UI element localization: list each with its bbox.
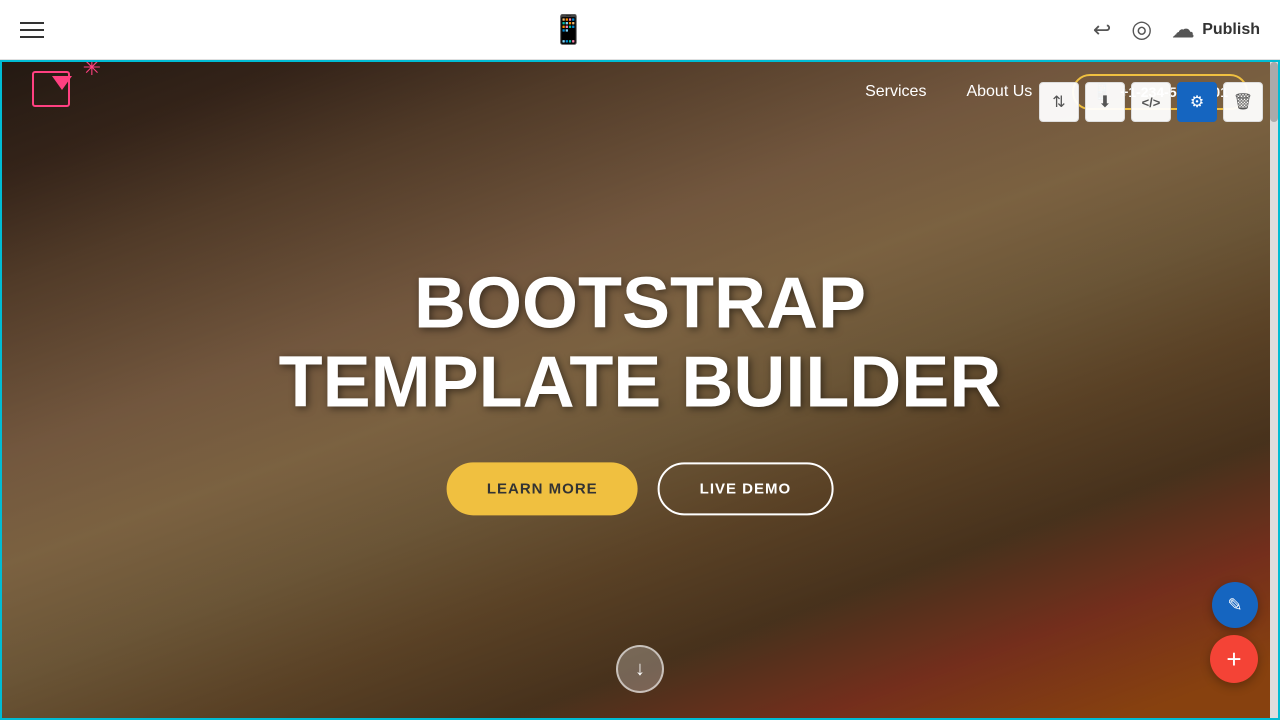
- cloud-upload-icon: ☁: [1172, 17, 1194, 43]
- logo: ✳: [32, 71, 87, 113]
- delete-button[interactable]: 🗑: [1223, 82, 1263, 122]
- nav-about[interactable]: About Us: [966, 83, 1032, 101]
- pencil-icon: ✎: [1227, 595, 1242, 616]
- hamburger-line: [20, 36, 44, 38]
- hero-buttons: LEARN MORE LIVE DEMO: [130, 463, 1151, 516]
- live-demo-button[interactable]: LIVE DEMO: [658, 463, 834, 516]
- hero-title: BOOTSTRAP TEMPLATE BUILDER: [130, 264, 1151, 422]
- learn-more-button[interactable]: LEARN MORE: [447, 463, 638, 516]
- add-fab-button[interactable]: +: [1210, 635, 1258, 683]
- trash-icon: 🗑: [1233, 92, 1253, 112]
- sort-button[interactable]: ⇅: [1039, 82, 1079, 122]
- download-button[interactable]: ⬇: [1085, 82, 1125, 122]
- toolbar-left: [20, 22, 44, 38]
- edit-fab-button[interactable]: ✎: [1212, 582, 1258, 628]
- hero-title-line1: BOOTSTRAP: [130, 264, 1151, 343]
- code-icon: </>: [1142, 95, 1161, 110]
- hero-content: BOOTSTRAP TEMPLATE BUILDER LEARN MORE LI…: [130, 264, 1151, 515]
- download-icon: ⬇: [1098, 92, 1111, 112]
- hamburger-line: [20, 29, 44, 31]
- section-toolbar: ⇅ ⬇ </> ⚙ 🗑: [1039, 82, 1263, 122]
- canvas: ✳ Services About Us 📱 +1-234-567-8901 ⇅: [0, 60, 1280, 720]
- mobile-preview-icon[interactable]: 📱: [551, 13, 586, 46]
- toolbar-center: 📱: [551, 13, 586, 46]
- nav-services[interactable]: Services: [865, 83, 926, 101]
- scroll-down-button[interactable]: ↓: [616, 645, 664, 693]
- scrollbar-track: [1270, 62, 1278, 718]
- hamburger-line: [20, 22, 44, 24]
- scroll-down-arrow: ↓: [635, 658, 645, 681]
- sort-icon: ⇅: [1052, 92, 1065, 112]
- settings-icon: ⚙: [1190, 92, 1204, 112]
- logo-icon: ✳: [32, 71, 87, 113]
- toolbar-right: ↩ ◎ ☁ Publish: [1093, 15, 1260, 44]
- code-button[interactable]: </>: [1131, 82, 1171, 122]
- hamburger-menu[interactable]: [20, 22, 44, 38]
- top-toolbar: 📱 ↩ ◎ ☁ Publish: [0, 0, 1280, 60]
- publish-label: Publish: [1202, 21, 1260, 39]
- preview-icon[interactable]: ◎: [1131, 15, 1152, 44]
- settings-button[interactable]: ⚙: [1177, 82, 1217, 122]
- publish-button[interactable]: ☁ Publish: [1172, 17, 1260, 43]
- hero-section: ✳ Services About Us 📱 +1-234-567-8901 ⇅: [2, 62, 1278, 718]
- logo-sun-rays: ✳: [83, 62, 101, 79]
- logo-rect: [32, 71, 70, 107]
- undo-icon[interactable]: ↩: [1093, 17, 1111, 43]
- hero-title-line2: TEMPLATE BUILDER: [130, 344, 1151, 423]
- plus-icon: +: [1226, 644, 1241, 675]
- canvas-inner: ✳ Services About Us 📱 +1-234-567-8901 ⇅: [0, 60, 1280, 720]
